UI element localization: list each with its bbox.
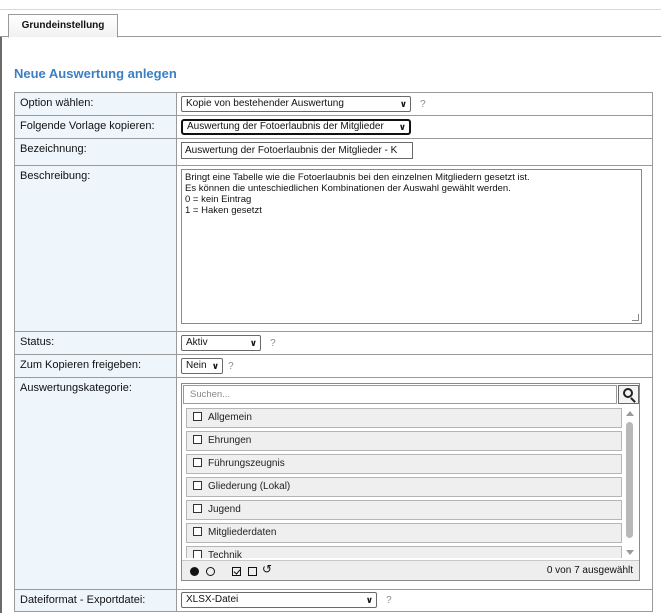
row-kategorie: Auswertungskategorie: Suchen... Allgemei… <box>14 377 653 590</box>
settings-form: Option wählen: Kopie von bestehender Aus… <box>14 92 653 612</box>
tab-grundeinstellung[interactable]: Grundeinstellung <box>8 14 118 38</box>
list-item[interactable]: Führungszeugnis <box>186 454 622 474</box>
row-dateiformat: Dateiformat - Exportdatei: XLSX-Datei ∨ … <box>14 589 653 612</box>
row-vorlage: Folgende Vorlage kopieren: Auswertung de… <box>14 115 653 139</box>
category-list: Allgemein Ehrungen Führungszeugnis Glied… <box>186 408 622 558</box>
bezeichnung-label: Bezeichnung: <box>14 138 177 166</box>
status-select-value: Aktiv <box>186 337 208 348</box>
beschreibung-label: Beschreibung: <box>14 165 177 332</box>
status-label: Status: <box>14 331 177 355</box>
list-item[interactable]: Jugend <box>186 500 622 520</box>
row-status: Status: Aktiv ∨ ? <box>14 331 653 355</box>
search-button[interactable] <box>618 385 639 404</box>
left-border <box>0 37 2 613</box>
list-item[interactable]: Allgemein <box>186 408 622 428</box>
kategorie-label: Auswertungskategorie: <box>14 377 177 590</box>
list-item[interactable]: Mitgliederdaten <box>186 523 622 543</box>
tab-bar: Grundeinstellung <box>0 10 661 38</box>
resize-handle-icon[interactable] <box>632 314 639 321</box>
list-item-label: Technik <box>208 550 242 558</box>
check-all-icon[interactable] <box>232 567 241 576</box>
scroll-down-icon[interactable] <box>626 550 634 555</box>
kopieren-cell: Nein ∨ ? <box>176 354 653 378</box>
selection-count: 0 von 7 ausgewählt <box>546 565 633 576</box>
help-icon[interactable]: ? <box>386 595 392 606</box>
help-icon[interactable]: ? <box>420 99 426 110</box>
checkbox-icon[interactable] <box>193 550 202 558</box>
select-all-icon[interactable] <box>190 567 199 576</box>
checkbox-icon[interactable] <box>193 435 202 444</box>
chevron-down-icon: ∨ <box>249 338 257 348</box>
row-bezeichnung: Bezeichnung: Auswertung der Fotoerlaubni… <box>14 138 653 166</box>
category-footer: ↺ 0 von 7 ausgewählt <box>182 560 639 580</box>
checkbox-icon[interactable] <box>193 504 202 513</box>
select-none-icon[interactable] <box>206 567 215 576</box>
beschreibung-text: Bringt eine Tabelle wie die Fotoerlaubni… <box>185 172 530 216</box>
kopieren-select[interactable]: Nein ∨ <box>181 358 223 374</box>
list-item[interactable]: Technik <box>186 546 622 558</box>
kopieren-label: Zum Kopieren freigeben: <box>14 354 177 378</box>
chevron-down-icon: ∨ <box>399 99 407 109</box>
beschreibung-textarea[interactable]: Bringt eine Tabelle wie die Fotoerlaubni… <box>181 169 642 324</box>
list-scrollbar[interactable] <box>622 408 638 558</box>
status-select[interactable]: Aktiv ∨ <box>181 335 261 351</box>
checkbox-icon[interactable] <box>193 481 202 490</box>
chevron-down-icon: ∨ <box>398 122 406 132</box>
row-beschreibung: Beschreibung: Bringt eine Tabelle wie di… <box>14 165 653 332</box>
checkbox-icon[interactable] <box>193 412 202 421</box>
bezeichnung-cell: Auswertung der Fotoerlaubnis der Mitglie… <box>176 138 653 166</box>
category-search-input[interactable]: Suchen... <box>183 385 617 404</box>
row-kopieren: Zum Kopieren freigeben: Nein ∨ ? <box>14 354 653 378</box>
dateiformat-cell: XLSX-Datei ∨ ? <box>176 589 653 612</box>
option-select-value: Kopie von bestehender Auswertung <box>186 98 344 109</box>
chevron-down-icon: ∨ <box>365 595 373 605</box>
kategorie-cell: Suchen... Allgemein Ehrungen Führungszeu… <box>176 377 653 590</box>
vorlage-cell: Auswertung der Fotoerlaubnis der Mitglie… <box>176 115 653 139</box>
dateiformat-select[interactable]: XLSX-Datei ∨ <box>181 592 377 608</box>
chevron-down-icon: ∨ <box>211 361 219 371</box>
vorlage-select[interactable]: Auswertung der Fotoerlaubnis der Mitglie… <box>181 119 411 135</box>
checkbox-icon[interactable] <box>193 527 202 536</box>
reset-icon[interactable]: ↺ <box>262 563 272 575</box>
scroll-up-icon[interactable] <box>626 411 634 416</box>
option-cell: Kopie von bestehender Auswertung ∨ ? <box>176 92 653 116</box>
option-select[interactable]: Kopie von bestehender Auswertung ∨ <box>181 96 411 112</box>
vorlage-select-value: Auswertung der Fotoerlaubnis der Mitglie… <box>187 121 384 132</box>
list-item-label: Ehrungen <box>208 435 252 446</box>
kopieren-select-value: Nein <box>186 360 207 371</box>
list-item[interactable]: Gliederung (Lokal) <box>186 477 622 497</box>
list-item-label: Mitgliederdaten <box>208 527 277 538</box>
beschreibung-cell: Bringt eine Tabelle wie die Fotoerlaubni… <box>176 165 653 332</box>
top-border <box>0 0 661 10</box>
page-title: Neue Auswertung anlegen <box>14 66 177 81</box>
list-item[interactable]: Ehrungen <box>186 431 622 451</box>
vorlage-label: Folgende Vorlage kopieren: <box>14 115 177 139</box>
status-cell: Aktiv ∨ ? <box>176 331 653 355</box>
search-icon-handle <box>630 397 636 403</box>
row-option: Option wählen: Kopie von bestehender Aus… <box>14 92 653 116</box>
dateiformat-select-value: XLSX-Datei <box>186 594 239 605</box>
help-icon[interactable]: ? <box>270 338 276 349</box>
category-multiselect: Suchen... Allgemein Ehrungen Führungszeu… <box>181 383 640 581</box>
list-item-label: Jugend <box>208 504 241 515</box>
list-item-label: Gliederung (Lokal) <box>208 481 291 492</box>
list-item-label: Allgemein <box>208 412 252 423</box>
list-item-label: Führungszeugnis <box>208 458 285 469</box>
checkbox-icon[interactable] <box>193 458 202 467</box>
bezeichnung-input[interactable]: Auswertung der Fotoerlaubnis der Mitglie… <box>181 142 413 159</box>
uncheck-all-icon[interactable] <box>248 567 257 576</box>
dateiformat-label: Dateiformat - Exportdatei: <box>14 589 177 612</box>
help-icon[interactable]: ? <box>228 361 234 372</box>
scroll-thumb[interactable] <box>626 422 633 538</box>
option-label: Option wählen: <box>14 92 177 116</box>
